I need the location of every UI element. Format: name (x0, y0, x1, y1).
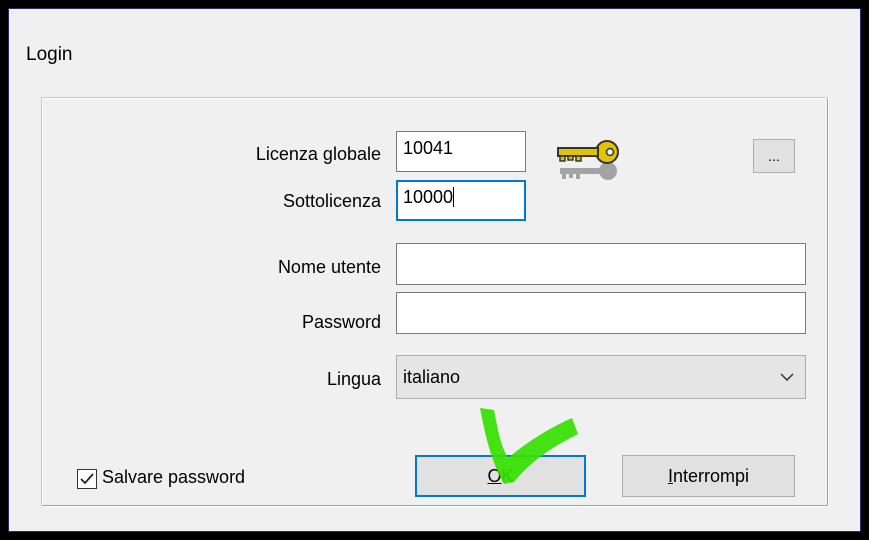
browse-button[interactable]: ... (753, 139, 795, 173)
password-label: Password (301, 312, 381, 332)
text-caret (453, 187, 455, 207)
sub-license-label: Sottolicenza (282, 191, 381, 211)
checkmark-icon (80, 473, 94, 485)
chevron-down-icon (780, 373, 794, 382)
save-password-checkbox[interactable] (77, 469, 97, 489)
username-field[interactable] (396, 243, 806, 285)
keys-icon (557, 140, 619, 180)
annotation-checkmark (480, 408, 578, 484)
browse-button-label: ... (768, 148, 780, 164)
cancel-button[interactable]: Interrompi (622, 455, 795, 497)
global-license-value: 10041 (403, 138, 454, 158)
global-license-field[interactable]: 10041 (396, 131, 526, 172)
password-field[interactable] (396, 292, 806, 334)
sub-license-value: 10000 (403, 187, 454, 207)
global-license-label: Licenza globale (255, 144, 381, 164)
username-label: Nome utente (277, 257, 381, 277)
language-label: Lingua (326, 369, 381, 389)
sub-license-field[interactable]: 10000 (396, 180, 526, 221)
dialog-title: Login (26, 44, 73, 65)
language-select[interactable]: italiano (396, 355, 806, 399)
language-selected-value: italiano (403, 367, 461, 387)
save-password-label[interactable]: Salvare password (102, 467, 245, 488)
cancel-button-label: Interrompi (667, 465, 750, 486)
